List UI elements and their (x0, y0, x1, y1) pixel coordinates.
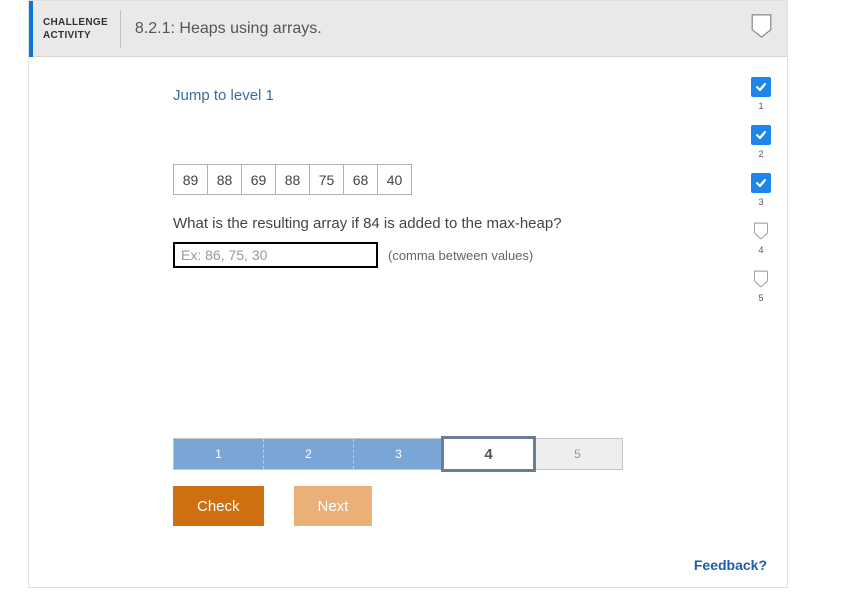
check-button[interactable]: Check (173, 486, 264, 526)
next-button[interactable]: Next (294, 486, 373, 526)
step-2[interactable]: 2 (264, 439, 354, 469)
challenge-line1: CHALLENGE (43, 16, 108, 29)
progress-number: 1 (758, 101, 763, 111)
answer-row: (comma between values) (173, 242, 733, 268)
question-text: What is the resulting array if 84 is add… (173, 215, 733, 232)
progress-number: 5 (758, 293, 763, 303)
check-icon (751, 173, 771, 193)
step-indicator: 12345 (173, 438, 623, 470)
check-icon (751, 77, 771, 97)
progress-number: 3 (758, 197, 763, 207)
progress-item[interactable]: 4 (752, 221, 770, 255)
challenge-activity-label: CHALLENGE ACTIVITY (33, 10, 121, 48)
progress-number: 4 (758, 245, 763, 255)
challenge-line2: ACTIVITY (43, 29, 108, 42)
shield-icon (752, 269, 770, 289)
activity-card: CHALLENGE ACTIVITY 8.2.1: Heaps using ar… (28, 0, 788, 588)
heap-array-table: 89886988756840 (173, 164, 412, 195)
progress-number: 2 (758, 149, 763, 159)
answer-hint: (comma between values) (388, 248, 533, 263)
shield-icon (752, 221, 770, 241)
progress-item[interactable]: 3 (751, 173, 771, 207)
progress-item[interactable]: 5 (752, 269, 770, 303)
array-cell: 75 (310, 165, 344, 195)
header-shield-icon (750, 13, 773, 39)
button-row: Check Next (173, 486, 733, 526)
step-3[interactable]: 3 (354, 439, 444, 469)
step-5[interactable]: 5 (533, 439, 622, 469)
progress-item[interactable]: 1 (751, 77, 771, 111)
heap-array-row: 89886988756840 (174, 165, 412, 195)
card-header: CHALLENGE ACTIVITY 8.2.1: Heaps using ar… (29, 1, 787, 57)
step-4[interactable]: 4 (444, 439, 533, 469)
feedback-link[interactable]: Feedback? (694, 557, 767, 573)
array-cell: 89 (174, 165, 208, 195)
array-cell: 88 (276, 165, 310, 195)
content-area: Jump to level 1 89886988756840 What is t… (173, 81, 733, 526)
array-cell: 88 (208, 165, 242, 195)
activity-title: 8.2.1: Heaps using arrays. (121, 20, 322, 38)
array-cell: 68 (344, 165, 378, 195)
array-cell: 40 (378, 165, 412, 195)
jump-to-level-link[interactable]: Jump to level 1 (173, 87, 274, 104)
check-icon (751, 125, 771, 145)
step-1[interactable]: 1 (174, 439, 264, 469)
card-body: 12345 Jump to level 1 89886988756840 Wha… (29, 57, 787, 587)
answer-input[interactable] (173, 242, 378, 268)
progress-column: 1 2 3 4 5 (751, 77, 771, 313)
array-cell: 69 (242, 165, 276, 195)
progress-item[interactable]: 2 (751, 125, 771, 159)
